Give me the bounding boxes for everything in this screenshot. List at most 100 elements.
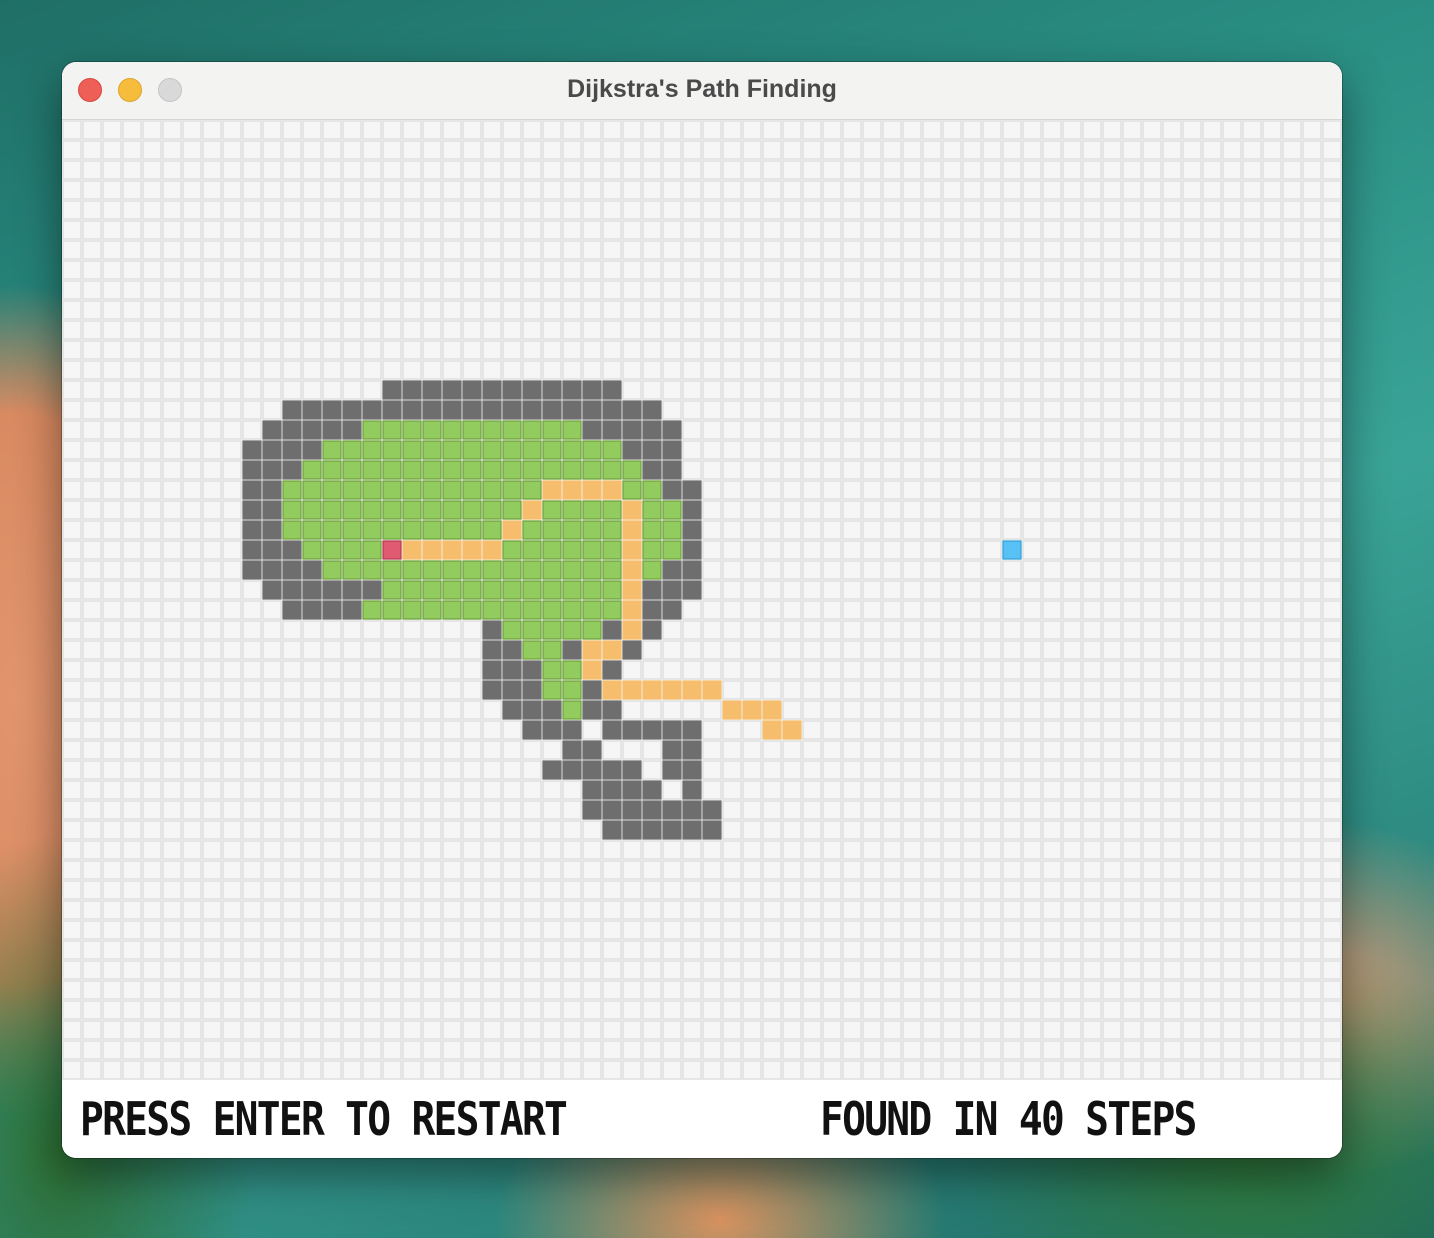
- empty-cell[interactable]: [582, 220, 602, 240]
- empty-cell[interactable]: [1022, 200, 1042, 220]
- empty-cell[interactable]: [182, 540, 202, 560]
- wall-cell[interactable]: [582, 400, 602, 420]
- empty-cell[interactable]: [1262, 1060, 1282, 1080]
- visited-cell[interactable]: [522, 600, 542, 620]
- empty-cell[interactable]: [1322, 720, 1342, 740]
- empty-cell[interactable]: [1062, 380, 1082, 400]
- empty-cell[interactable]: [1262, 420, 1282, 440]
- empty-cell[interactable]: [102, 1000, 122, 1020]
- empty-cell[interactable]: [1202, 380, 1222, 400]
- empty-cell[interactable]: [1042, 180, 1062, 200]
- empty-cell[interactable]: [262, 720, 282, 740]
- empty-cell[interactable]: [942, 340, 962, 360]
- empty-cell[interactable]: [382, 320, 402, 340]
- empty-cell[interactable]: [482, 940, 502, 960]
- empty-cell[interactable]: [962, 260, 982, 280]
- visited-cell[interactable]: [502, 620, 522, 640]
- empty-cell[interactable]: [142, 200, 162, 220]
- empty-cell[interactable]: [922, 1020, 942, 1040]
- empty-cell[interactable]: [902, 400, 922, 420]
- empty-cell[interactable]: [1242, 500, 1262, 520]
- empty-cell[interactable]: [802, 580, 822, 600]
- empty-cell[interactable]: [422, 1040, 442, 1060]
- empty-cell[interactable]: [762, 840, 782, 860]
- empty-cell[interactable]: [702, 960, 722, 980]
- empty-cell[interactable]: [222, 940, 242, 960]
- empty-cell[interactable]: [702, 440, 722, 460]
- empty-cell[interactable]: [1082, 760, 1102, 780]
- empty-cell[interactable]: [1222, 660, 1242, 680]
- empty-cell[interactable]: [982, 900, 1002, 920]
- empty-cell[interactable]: [362, 1060, 382, 1080]
- empty-cell[interactable]: [182, 1060, 202, 1080]
- empty-cell[interactable]: [182, 440, 202, 460]
- empty-cell[interactable]: [1082, 480, 1102, 500]
- empty-cell[interactable]: [1042, 540, 1062, 560]
- empty-cell[interactable]: [562, 120, 582, 140]
- empty-cell[interactable]: [322, 380, 342, 400]
- empty-cell[interactable]: [802, 280, 822, 300]
- path-cell[interactable]: [622, 540, 642, 560]
- empty-cell[interactable]: [902, 300, 922, 320]
- empty-cell[interactable]: [122, 720, 142, 740]
- empty-cell[interactable]: [1222, 260, 1242, 280]
- empty-cell[interactable]: [282, 1020, 302, 1040]
- empty-cell[interactable]: [1202, 440, 1222, 460]
- visited-cell[interactable]: [382, 600, 402, 620]
- empty-cell[interactable]: [222, 160, 242, 180]
- empty-cell[interactable]: [622, 880, 642, 900]
- empty-cell[interactable]: [1162, 860, 1182, 880]
- empty-cell[interactable]: [482, 160, 502, 180]
- wall-cell[interactable]: [502, 640, 522, 660]
- empty-cell[interactable]: [82, 980, 102, 1000]
- empty-cell[interactable]: [542, 940, 562, 960]
- empty-cell[interactable]: [1162, 700, 1182, 720]
- empty-cell[interactable]: [962, 600, 982, 620]
- empty-cell[interactable]: [262, 860, 282, 880]
- empty-cell[interactable]: [402, 840, 422, 860]
- empty-cell[interactable]: [1102, 1040, 1122, 1060]
- empty-cell[interactable]: [1262, 180, 1282, 200]
- empty-cell[interactable]: [422, 820, 442, 840]
- empty-cell[interactable]: [942, 300, 962, 320]
- empty-cell[interactable]: [942, 780, 962, 800]
- empty-cell[interactable]: [702, 180, 722, 200]
- empty-cell[interactable]: [802, 1000, 822, 1020]
- empty-cell[interactable]: [782, 700, 802, 720]
- empty-cell[interactable]: [362, 160, 382, 180]
- empty-cell[interactable]: [1142, 380, 1162, 400]
- visited-cell[interactable]: [562, 700, 582, 720]
- empty-cell[interactable]: [662, 280, 682, 300]
- empty-cell[interactable]: [282, 1000, 302, 1020]
- empty-cell[interactable]: [682, 400, 702, 420]
- empty-cell[interactable]: [222, 960, 242, 980]
- empty-cell[interactable]: [862, 340, 882, 360]
- visited-cell[interactable]: [502, 580, 522, 600]
- empty-cell[interactable]: [1162, 1060, 1182, 1080]
- empty-cell[interactable]: [1182, 740, 1202, 760]
- empty-cell[interactable]: [1322, 960, 1342, 980]
- empty-cell[interactable]: [982, 340, 1002, 360]
- empty-cell[interactable]: [682, 280, 702, 300]
- empty-cell[interactable]: [802, 320, 822, 340]
- empty-cell[interactable]: [702, 300, 722, 320]
- empty-cell[interactable]: [482, 1060, 502, 1080]
- empty-cell[interactable]: [782, 460, 802, 480]
- wall-cell[interactable]: [582, 800, 602, 820]
- empty-cell[interactable]: [462, 220, 482, 240]
- empty-cell[interactable]: [762, 540, 782, 560]
- empty-cell[interactable]: [142, 1000, 162, 1020]
- empty-cell[interactable]: [662, 340, 682, 360]
- empty-cell[interactable]: [282, 300, 302, 320]
- empty-cell[interactable]: [762, 260, 782, 280]
- empty-cell[interactable]: [1222, 1060, 1242, 1080]
- empty-cell[interactable]: [1302, 360, 1322, 380]
- path-cell[interactable]: [482, 540, 502, 560]
- empty-cell[interactable]: [1322, 240, 1342, 260]
- empty-cell[interactable]: [462, 260, 482, 280]
- wall-cell[interactable]: [562, 640, 582, 660]
- empty-cell[interactable]: [1102, 180, 1122, 200]
- empty-cell[interactable]: [262, 760, 282, 780]
- empty-cell[interactable]: [962, 460, 982, 480]
- empty-cell[interactable]: [562, 840, 582, 860]
